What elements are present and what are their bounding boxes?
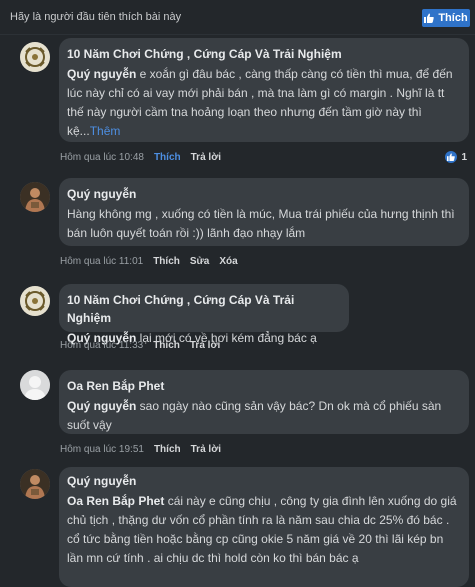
comment-bubble: Oa Ren Bắp Phet Quý nguyễn sao ngày nào … — [59, 370, 469, 434]
avatar[interactable] — [20, 42, 50, 72]
comment-bubble: Quý nguyễn Oa Ren Bắp Phet cái này e cũn… — [59, 467, 469, 587]
comment-author[interactable]: 10 Năm Chơi Chứng , Cứng Cáp Và Trải Ngh… — [67, 45, 459, 63]
comment-bubble: 10 Năm Chơi Chứng , Cứng Cáp Và Trải Ngh… — [59, 38, 469, 142]
default-avatar-icon — [20, 370, 50, 400]
comment-bubble: 10 Năm Chơi Chứng , Cứng Cáp Và Trải Ngh… — [59, 284, 349, 345]
like-comment-button[interactable]: Thích — [154, 444, 181, 455]
comment-text: Quý nguyễn sao ngày nào cũng sản vậy bác… — [67, 399, 441, 432]
comment-time[interactable]: Hôm qua lúc 10:48 — [60, 152, 144, 163]
avatar[interactable] — [20, 286, 50, 316]
mention-link[interactable]: Quý nguyễn — [67, 67, 136, 81]
avatar[interactable] — [20, 182, 50, 212]
comment-author[interactable]: Oa Ren Bắp Phet — [67, 377, 459, 395]
avatar-ornament-icon — [20, 42, 50, 72]
avatar-photo-icon — [20, 469, 50, 499]
comment-text: Hàng không mg , xuống có tiền là múc, Mu… — [67, 207, 455, 240]
delete-button[interactable]: Xóa — [219, 256, 237, 267]
like-comment-button[interactable]: Thích — [153, 256, 180, 267]
comment-bubble: Quý nguyễn Hàng không mg , xuống có tiền… — [59, 178, 469, 246]
mention-link[interactable]: Quý nguyễn — [67, 399, 136, 413]
like-page-button[interactable]: Thích — [422, 9, 470, 27]
thumbs-up-icon — [424, 13, 435, 23]
comment-text: Quý nguyễn e xoắn gì đâu bác , càng thấp… — [67, 67, 453, 138]
comment-text: Oa Ren Bắp Phet cái này e cũng chịu , cô… — [67, 494, 457, 565]
avatar-ornament-icon — [20, 286, 50, 316]
reaction-count-value: 1 — [461, 151, 467, 163]
edit-button[interactable]: Sửa — [190, 256, 209, 267]
like-reaction-icon — [445, 151, 458, 163]
comment-time[interactable]: Hôm qua lúc 11:33 — [60, 340, 143, 351]
comment-time[interactable]: Hôm qua lúc 11:01 — [60, 256, 143, 267]
avatar[interactable] — [20, 469, 50, 499]
see-more-link[interactable]: Thêm — [90, 124, 121, 138]
like-comment-button[interactable]: Thích — [153, 340, 180, 351]
like-comment-button[interactable]: Thích — [154, 152, 181, 163]
like-button-label: Thích — [438, 12, 468, 24]
comment-meta: Hôm qua lúc 19:51 Thích Trả lời — [60, 444, 231, 455]
comment-meta: Hôm qua lúc 11:33 Thích Trả lời — [60, 340, 230, 351]
comment-meta: Hôm qua lúc 10:48 Thích Trả lời — [60, 152, 231, 163]
reply-button[interactable]: Trả lời — [191, 152, 221, 163]
reaction-count[interactable]: 1 — [445, 151, 467, 163]
first-to-like-text: Hãy là người đầu tiên thích bài này — [10, 11, 182, 23]
avatar[interactable] — [20, 370, 50, 400]
comment-author[interactable]: 10 Năm Chơi Chứng , Cứng Cáp Và Trải Ngh… — [67, 291, 339, 327]
comment-author[interactable]: Quý nguyễn — [67, 472, 459, 490]
comment-author[interactable]: Quý nguyễn — [67, 185, 459, 203]
reply-button[interactable]: Trả lời — [191, 444, 221, 455]
likes-header: Hãy là người đầu tiên thích bài này Thíc… — [0, 0, 475, 35]
reply-button[interactable]: Trả lời — [190, 340, 220, 351]
comment-time[interactable]: Hôm qua lúc 19:51 — [60, 444, 144, 455]
comment-meta: Hôm qua lúc 11:01 Thích Sửa Xóa — [60, 256, 248, 267]
mention-link[interactable]: Oa Ren Bắp Phet — [67, 494, 164, 508]
avatar-photo-icon — [20, 182, 50, 212]
